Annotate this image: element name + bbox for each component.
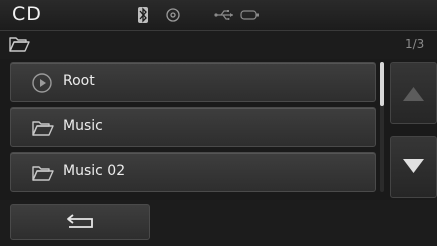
- scroll-down-button[interactable]: [390, 136, 437, 198]
- back-arrow-icon: [67, 214, 93, 228]
- folder-icon: [32, 166, 54, 181]
- back-button[interactable]: [10, 204, 150, 240]
- scrollbar-thumb[interactable]: [380, 62, 384, 106]
- usb-icon: [214, 10, 233, 20]
- mode-title: CD: [12, 3, 42, 25]
- page-indicator: 1/3: [405, 37, 425, 51]
- status-bar: CD: [0, 0, 437, 31]
- scroll-up-button[interactable]: [390, 62, 437, 124]
- triangle-down-icon: [403, 159, 424, 173]
- bluetooth-icon: [138, 7, 148, 23]
- list-item-label: Music: [63, 118, 103, 134]
- list-item-music-02[interactable]: Music 02: [10, 152, 376, 192]
- list-item-label: Music 02: [63, 163, 126, 179]
- folder-open-icon: [9, 37, 30, 52]
- disc-icon: [166, 8, 180, 22]
- folder-icon: [32, 121, 54, 136]
- triangle-up-icon: [403, 87, 424, 101]
- list-item-label: Root: [63, 73, 95, 89]
- path-row: 1/3: [0, 31, 437, 59]
- play-circle-icon: [32, 73, 52, 93]
- list-item-music[interactable]: Music: [10, 107, 376, 147]
- list-item-root[interactable]: Root: [10, 62, 376, 102]
- ipod-icon: [240, 10, 259, 20]
